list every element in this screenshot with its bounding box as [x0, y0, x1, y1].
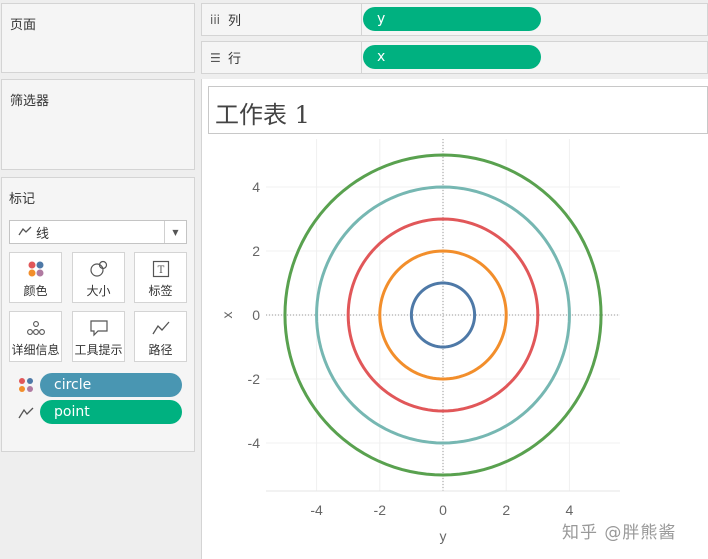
y-tick-label: 4 — [252, 179, 260, 195]
columns-icon: iii — [210, 12, 221, 27]
color-button[interactable]: 颜色 — [9, 252, 62, 303]
sheet-title-box[interactable]: 工作表 1 — [208, 86, 708, 134]
color-button-label: 颜色 — [23, 284, 48, 298]
y-tick-label: 2 — [252, 243, 260, 259]
label-button[interactable]: T 标签 — [134, 252, 187, 303]
filters-card-title: 筛选器 — [10, 94, 50, 109]
circle-field-label: circle — [54, 377, 92, 393]
circles-line-chart[interactable]: -4 -2 0 2 4 4 2 0 -2 -4 y x — [200, 139, 708, 559]
rows-icon: ☰ — [210, 50, 221, 65]
x-row-pill-label: x — [377, 49, 386, 65]
y-tick-label: -4 — [248, 435, 261, 451]
x-row-pill[interactable]: x — [363, 45, 541, 69]
label-button-label: 标签 — [148, 284, 173, 298]
point-field-label: point — [54, 404, 90, 420]
color-dots-icon — [18, 377, 34, 397]
x-tick-label: 4 — [566, 502, 574, 518]
pages-card: 页面 — [1, 3, 195, 73]
circle-field-pill[interactable]: circle — [40, 373, 182, 397]
detail-button[interactable]: 详细信息 — [9, 311, 62, 362]
size-button-label: 大小 — [86, 284, 111, 298]
mark-type-label: 线 — [36, 226, 50, 242]
mark-type-dropdown[interactable]: 线 ▼ — [9, 220, 187, 244]
size-icon — [89, 260, 107, 277]
tooltip-button[interactable]: 工具提示 — [72, 311, 125, 362]
rows-shelf-label: 行 — [228, 52, 242, 67]
x-tick-label: -4 — [310, 502, 323, 518]
columns-shelf-label-area: iii 列 — [202, 4, 362, 35]
line-icon — [18, 225, 36, 240]
y-tick-label: 0 — [252, 307, 260, 323]
chevron-down-icon[interactable]: ▼ — [164, 221, 186, 243]
label-icon: T — [152, 260, 169, 278]
size-button[interactable]: 大小 — [72, 252, 125, 303]
pages-card-title: 页面 — [10, 18, 37, 33]
x-tick-label: 2 — [502, 502, 510, 518]
path-button[interactable]: 路径 — [134, 311, 187, 362]
watermark: 知乎 @胖熊酱 — [562, 523, 677, 543]
x-tick-label: -2 — [374, 502, 387, 518]
path-button-label: 路径 — [148, 343, 173, 357]
marks-card-title: 标记 — [9, 192, 36, 207]
color-dots-icon — [28, 261, 43, 277]
y-column-pill-label: y — [377, 11, 386, 27]
rows-shelf-label-area: ☰ 行 — [202, 42, 362, 73]
columns-shelf-label: 列 — [228, 14, 242, 29]
filters-card: 筛选器 — [1, 79, 195, 170]
y-tick-label: -2 — [248, 371, 261, 387]
x-tick-label: 0 — [439, 502, 447, 518]
path-icon — [18, 405, 34, 424]
point-field-pill[interactable]: point — [40, 400, 182, 424]
tooltip-icon — [89, 320, 108, 337]
y-axis-title: x — [219, 312, 235, 319]
detail-button-label: 详细信息 — [11, 343, 60, 357]
path-icon — [151, 321, 169, 335]
sheet-title: 工作表 1 — [215, 101, 310, 129]
svg-text:T: T — [157, 265, 164, 276]
detail-icon — [26, 321, 45, 335]
tooltip-button-label: 工具提示 — [74, 343, 123, 357]
x-axis-title: y — [440, 528, 447, 544]
y-column-pill[interactable]: y — [363, 7, 541, 31]
